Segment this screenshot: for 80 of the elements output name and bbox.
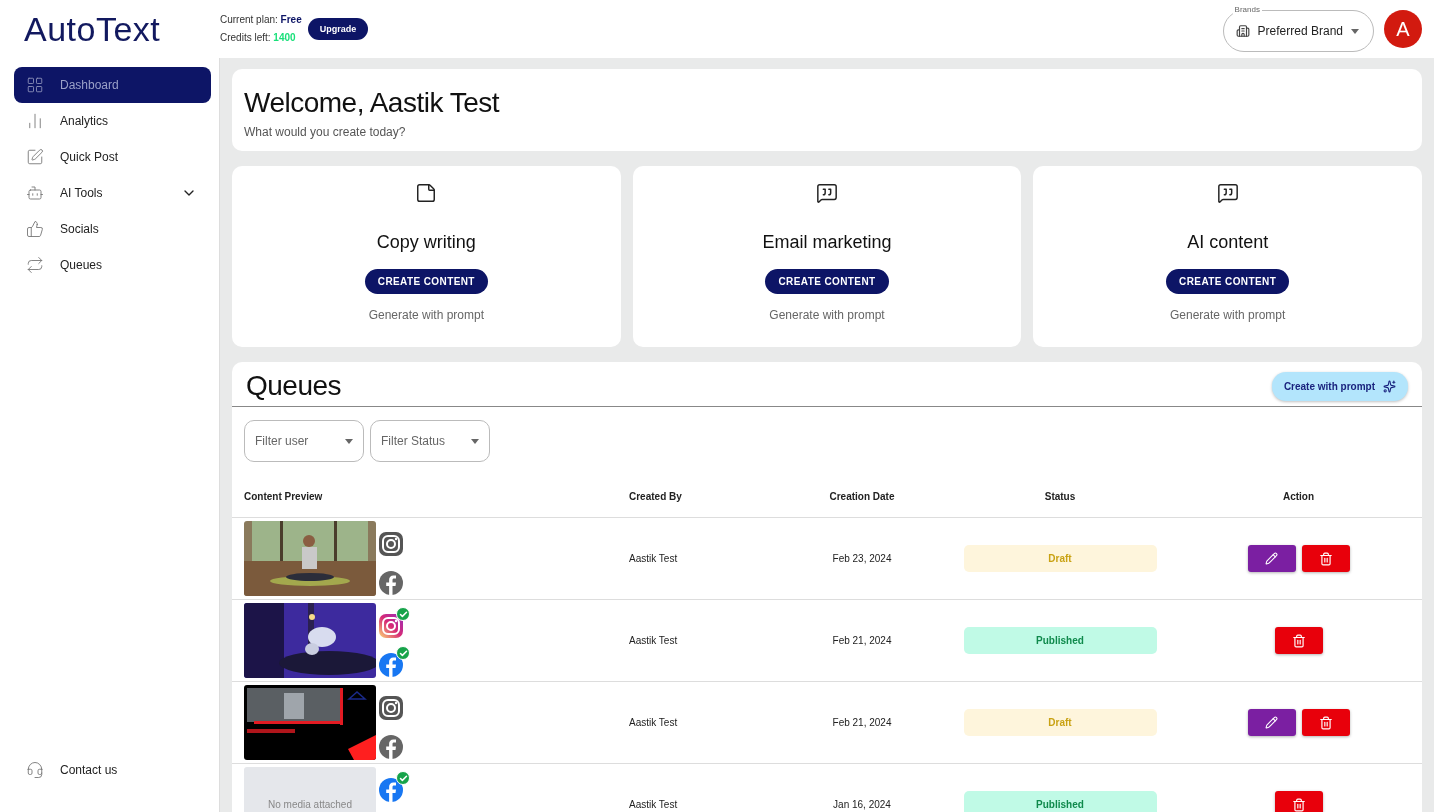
bar-chart-icon: [26, 112, 44, 130]
edit-button[interactable]: [1247, 709, 1296, 736]
sidebar-item[interactable]: AI Tools: [14, 175, 211, 211]
queues-title: Queues: [246, 370, 342, 402]
note-icon: [415, 182, 438, 204]
card-title: AI content: [1187, 232, 1269, 253]
facebook-icon[interactable]: [378, 777, 404, 803]
headset-icon: [26, 761, 44, 779]
sparkle-icon: [1383, 379, 1396, 393]
chat-icon: [816, 182, 838, 204]
column-header: Created By: [629, 491, 683, 502]
trash-icon: [1318, 715, 1333, 730]
robot-icon: [26, 184, 44, 202]
create-content-button[interactable]: CREATE CONTENT: [1166, 269, 1290, 294]
sidebar-item[interactable]: Dashboard: [14, 67, 211, 103]
status-badge: Published: [963, 627, 1157, 654]
instagram-icon[interactable]: [378, 531, 404, 557]
table-cell-text: Feb 21, 2024: [831, 635, 893, 646]
chat-icon: [1216, 182, 1239, 204]
card-hint: Generate with prompt: [368, 308, 484, 322]
status-badge: Draft: [963, 545, 1157, 572]
sidebar-item[interactable]: Queues: [14, 247, 211, 283]
status-badge: Draft: [963, 709, 1157, 736]
pen-icon: [26, 148, 44, 166]
delete-button[interactable]: [1274, 791, 1323, 812]
table-cell-text: Jan 16, 2024: [832, 799, 892, 810]
table-cell-text: Feb 21, 2024: [831, 717, 893, 728]
credits-left-text: Credits left: 1400: [220, 31, 297, 45]
column-header: Action: [1281, 491, 1316, 502]
grid-icon: [26, 76, 44, 94]
delete-button[interactable]: [1301, 545, 1350, 572]
column-header: Creation Date: [828, 491, 896, 502]
check-badge-icon: [396, 607, 410, 621]
thumbs-up-icon: [26, 220, 44, 238]
column-header: Content Preview: [244, 491, 324, 502]
trash-icon: [1318, 551, 1333, 566]
upgrade-button[interactable]: Upgrade: [307, 18, 369, 40]
card-title: Copy writing: [376, 232, 476, 253]
field-label: Brands: [1232, 5, 1262, 14]
trash-icon: [1291, 797, 1306, 812]
facebook-icon[interactable]: [378, 652, 404, 678]
column-header: Status: [1043, 491, 1077, 502]
facebook-icon[interactable]: [378, 734, 404, 760]
table-cell-text: Feb 23, 2024: [831, 553, 893, 564]
create-content-button[interactable]: CREATE CONTENT: [765, 269, 889, 294]
instagram-icon[interactable]: [378, 695, 404, 721]
create-with-prompt-button[interactable]: Create with prompt: [1271, 371, 1408, 401]
repeat-icon: [26, 256, 44, 274]
pencil-icon: [1265, 552, 1278, 565]
card-title: Email marketing: [762, 232, 892, 253]
table-cell-text: Aastik Test: [629, 635, 679, 646]
sidebar-item[interactable]: Analytics: [14, 103, 211, 139]
filter-select[interactable]: Filter Status: [370, 420, 490, 462]
no-media-text: No media attached: [268, 799, 352, 810]
trash-icon: [1291, 633, 1306, 648]
user-avatar[interactable]: A: [1384, 10, 1422, 48]
filter-select[interactable]: Filter user: [244, 420, 364, 462]
current-plan-text: Current plan: Free: [220, 13, 302, 27]
sidebar-item[interactable]: Contact us: [14, 752, 211, 788]
delete-button[interactable]: [1301, 709, 1350, 736]
status-badge: Published: [963, 791, 1157, 812]
delete-button[interactable]: [1274, 627, 1323, 654]
card-hint: Generate with prompt: [1169, 308, 1286, 322]
sidebar-item[interactable]: Quick Post: [14, 139, 211, 175]
table-cell-text: Aastik Test: [629, 799, 679, 810]
check-badge-icon: [396, 646, 410, 660]
pencil-icon: [1265, 716, 1278, 729]
autotext-logo: AutoText: [24, 9, 162, 49]
table-cell-text: Aastik Test: [629, 717, 679, 728]
facebook-icon[interactable]: [378, 570, 404, 596]
check-badge-icon: [396, 771, 410, 785]
welcome-subtitle: What would you create today?: [244, 125, 407, 139]
edit-button[interactable]: [1247, 545, 1296, 572]
create-content-button[interactable]: CREATE CONTENT: [364, 269, 488, 294]
card-hint: Generate with prompt: [769, 308, 885, 322]
welcome-title: Welcome, Aastik Test: [244, 87, 501, 119]
sidebar-item[interactable]: Socials: [14, 211, 211, 247]
instagram-icon[interactable]: [378, 613, 404, 639]
table-cell-text: Aastik Test: [629, 553, 679, 564]
building-icon: [1235, 24, 1250, 38]
